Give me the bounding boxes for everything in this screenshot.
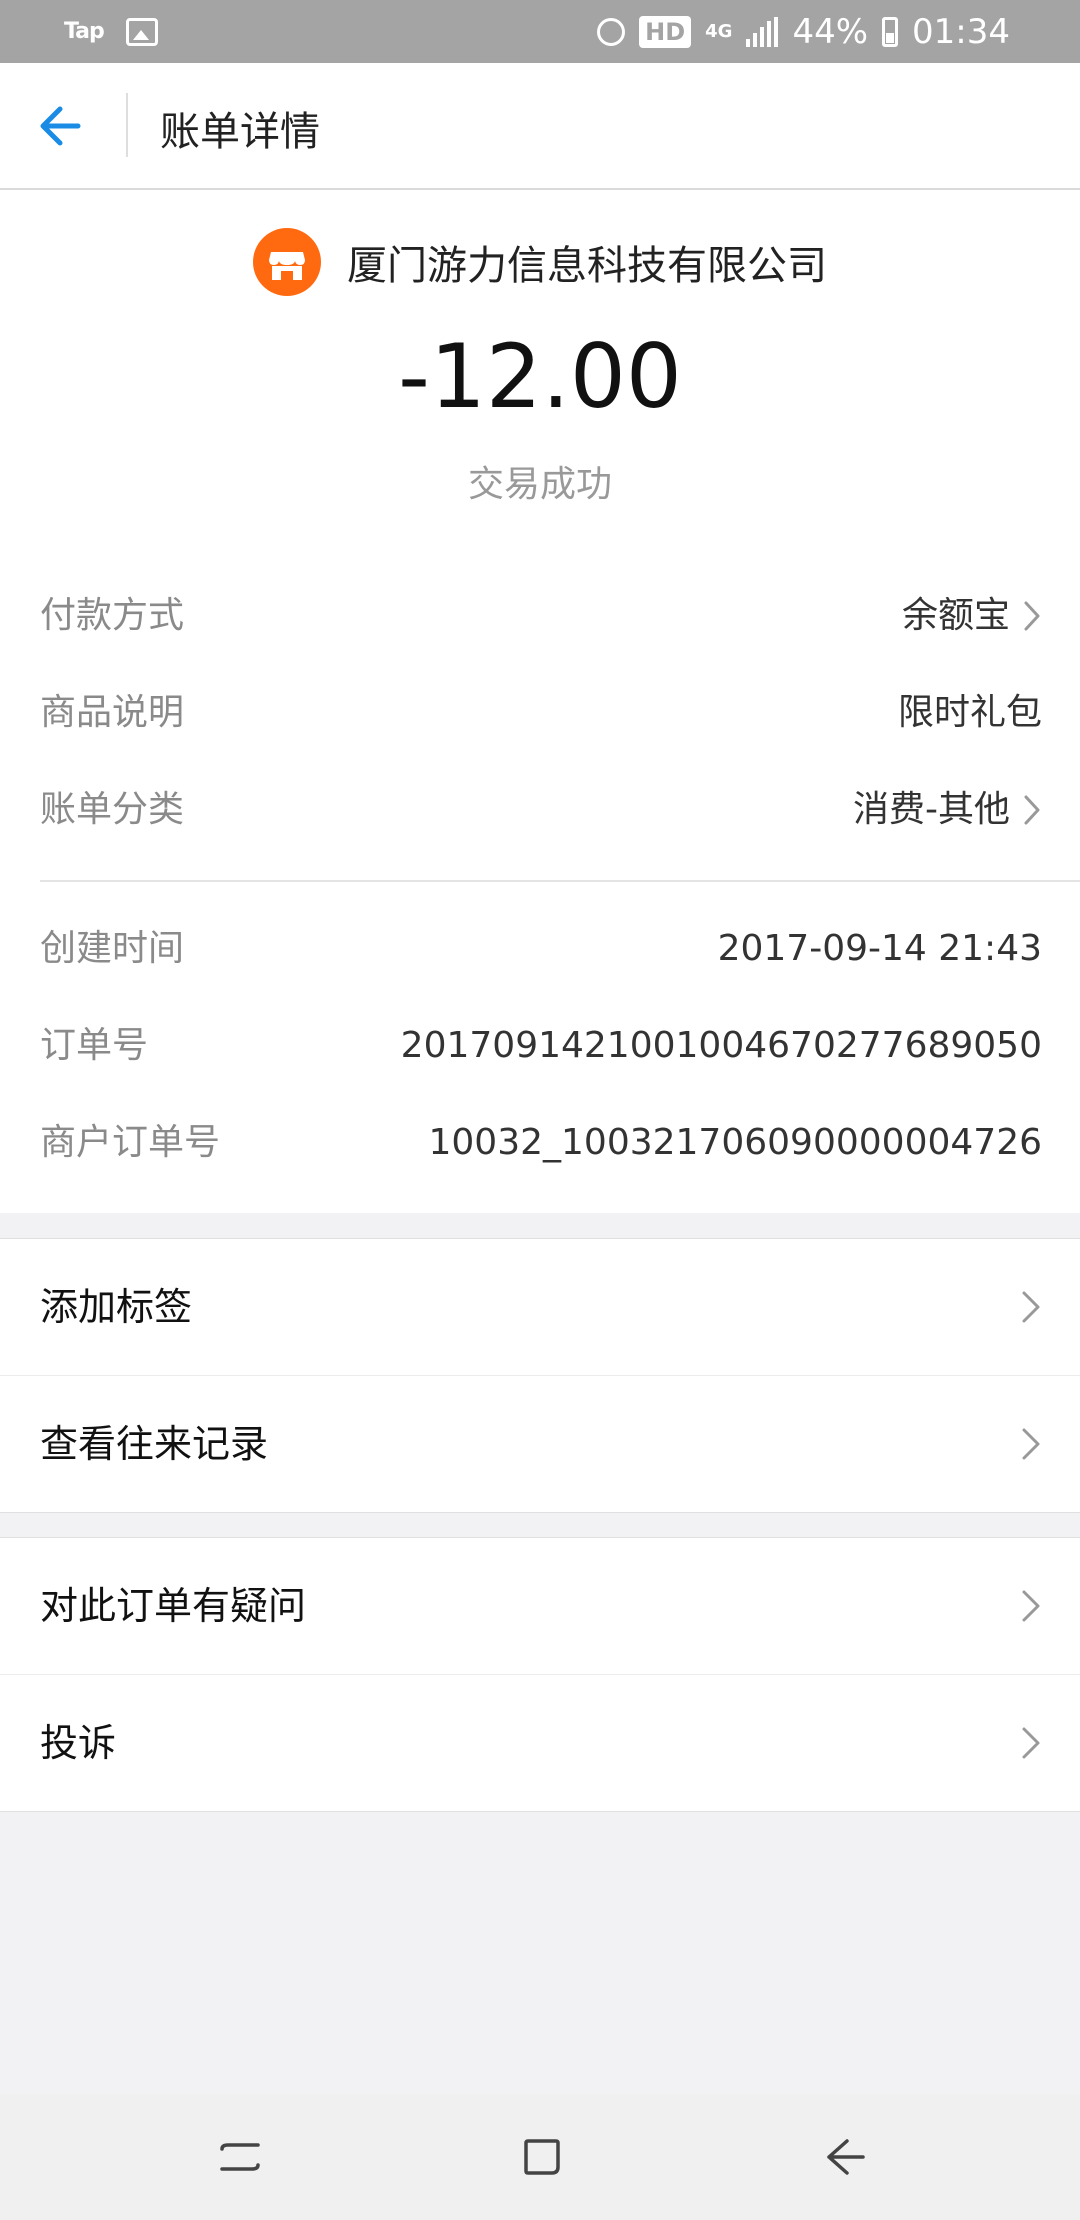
order-question-label: 对此订单有疑问 — [40, 1584, 307, 1628]
back-button[interactable] — [30, 91, 100, 161]
order-number-row: 订单号 2017091421001004670277689050 — [40, 1016, 1042, 1076]
help-section: 对此订单有疑问 投诉 — [0, 1537, 1080, 1812]
home-icon — [524, 2139, 560, 2175]
transaction-summary: 厦门游力信息科技有限公司 -12.00 交易成功 — [0, 190, 1080, 530]
merchant-row: 厦门游力信息科技有限公司 — [0, 228, 1080, 296]
battery-icon — [882, 16, 899, 47]
battery-percent: 44% — [792, 11, 869, 52]
details-divider — [40, 880, 1080, 882]
app-header: 账单详情 — [0, 63, 1080, 190]
bill-category-value-wrap: 消费-其他 — [853, 780, 1042, 840]
complain-label: 投诉 — [40, 1721, 117, 1765]
header-divider — [126, 93, 128, 157]
created-time-row: 创建时间 2017-09-14 21:43 — [40, 919, 1042, 979]
product-description-label: 商品说明 — [40, 692, 185, 733]
status-bar: Tap HD 4G 44% 01:34 — [0, 0, 1080, 63]
merchant-name: 厦门游力信息科技有限公司 — [347, 243, 827, 289]
chevron-right-icon — [1022, 1590, 1040, 1622]
store-icon — [253, 228, 321, 296]
complain-row[interactable]: 投诉 — [0, 1674, 1080, 1811]
transaction-status: 交易成功 — [467, 464, 612, 505]
order-number-label: 订单号 — [40, 1025, 149, 1066]
chevron-right-icon — [1024, 795, 1040, 825]
transaction-amount: -12.00 — [398, 325, 682, 428]
home-button[interactable] — [512, 2127, 572, 2187]
back-arrow-icon — [827, 2139, 865, 2175]
arrow-left-icon — [40, 106, 81, 146]
network-type: 4G — [705, 20, 733, 42]
add-tag-row[interactable]: 添加标签 — [0, 1239, 1080, 1375]
chevron-right-icon — [1022, 1727, 1040, 1759]
view-records-label: 查看往来记录 — [40, 1422, 269, 1466]
payment-method-value: 余额宝 — [901, 595, 1010, 636]
transaction-details: 付款方式 余额宝 商品说明 限时礼包 账单分类 消费-其他 创建时间 2017-… — [0, 530, 1080, 1213]
view-records-row[interactable]: 查看往来记录 — [0, 1375, 1080, 1512]
image-notification-icon — [125, 17, 158, 46]
chevron-right-icon — [1022, 1428, 1040, 1460]
order-question-row[interactable]: 对此订单有疑问 — [0, 1538, 1080, 1674]
app-notification-label: Tap — [64, 19, 105, 44]
add-tag-label: 添加标签 — [40, 1285, 193, 1329]
product-description-row: 商品说明 限时礼包 — [40, 683, 1042, 743]
payment-method-value-wrap: 余额宝 — [902, 586, 1042, 646]
back-nav-button[interactable] — [815, 2127, 875, 2187]
tag-records-section: 添加标签 查看往来记录 — [0, 1238, 1080, 1513]
merchant-order-number-label: 商户订单号 — [40, 1122, 221, 1163]
system-navigation-bar — [0, 2094, 1080, 2220]
recent-apps-icon — [220, 2143, 260, 2171]
bill-category-row[interactable]: 账单分类 消费-其他 — [40, 780, 1042, 840]
status-right: HD 4G 44% 01:34 — [597, 10, 1010, 53]
order-number-value: 2017091421001004670277689050 — [400, 1025, 1042, 1066]
page-title: 账单详情 — [160, 109, 320, 155]
bill-category-value: 消费-其他 — [853, 789, 1010, 830]
merchant-order-number-row: 商户订单号 10032_100321706090000004726 — [40, 1113, 1042, 1173]
created-time-value: 2017-09-14 21:43 — [717, 928, 1042, 969]
alarm-icon — [597, 17, 626, 46]
created-time-label: 创建时间 — [40, 928, 185, 969]
status-left: Tap — [64, 10, 158, 53]
chevron-right-icon — [1024, 601, 1040, 631]
payment-method-row[interactable]: 付款方式 余额宝 — [40, 586, 1042, 646]
merchant-order-number-value: 10032_100321706090000004726 — [428, 1122, 1042, 1163]
chevron-right-icon — [1022, 1291, 1040, 1323]
payment-method-label: 付款方式 — [40, 595, 185, 636]
product-description-value: 限时礼包 — [897, 692, 1042, 733]
recent-apps-button[interactable] — [210, 2127, 270, 2187]
signal-icon — [746, 16, 779, 47]
clock: 01:34 — [912, 11, 1010, 52]
hd-badge: HD — [639, 15, 692, 48]
bill-category-label: 账单分类 — [40, 789, 185, 830]
